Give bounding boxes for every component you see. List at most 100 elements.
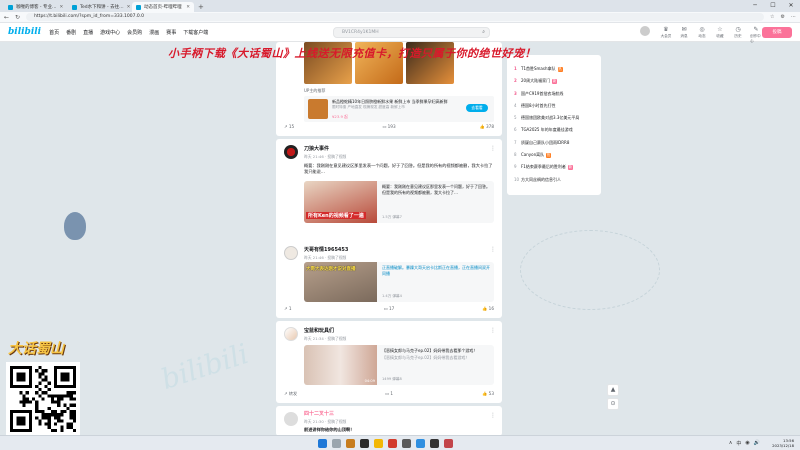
user-name[interactable]: 天哥有情1965453 xyxy=(304,246,348,253)
creator-icon: ✎ xyxy=(753,26,759,33)
close-icon[interactable]: ✕ xyxy=(59,5,63,10)
repost-card[interactable]: 大哥大表达刚才说对直播 正直播破解。暴躁大哥天启卡比斯正在直播，正在直播间双开同… xyxy=(304,262,494,302)
browser-tab[interactable]: 咖喱的博客 - 专业… ✕ xyxy=(4,2,66,12)
app-icon[interactable] xyxy=(430,439,439,448)
app-icon[interactable] xyxy=(444,439,453,448)
input-method-icon[interactable]: 中 xyxy=(736,440,741,447)
share-button[interactable]: ↗ 1 xyxy=(284,306,344,312)
goods-button[interactable]: 去看看 xyxy=(466,104,488,112)
avatar[interactable] xyxy=(284,327,298,341)
user-name[interactable]: 刀狼大事件 xyxy=(304,145,346,152)
avatar[interactable] xyxy=(284,145,298,159)
more-icon[interactable]: ⋮ xyxy=(490,246,496,253)
browser-tab-active[interactable]: 动态首页-哔哩哔哩 ✕ xyxy=(132,2,194,12)
browser-icon[interactable] xyxy=(416,439,425,448)
hot-list-item[interactable]: 5 德国旅团欧美对战3.3亿美元平局 xyxy=(514,112,594,124)
windows-start-icon[interactable] xyxy=(318,439,327,448)
nav-item-download[interactable]: 下载客户端 xyxy=(183,29,208,36)
repost-text: 概要：我刚刚在意见建议区那里发表一个问题，好于了回答。但是我的所有的视频都被删，… xyxy=(382,184,490,195)
extensions-icon[interactable]: ⚙ xyxy=(781,14,785,20)
hot-list-item[interactable]: 2 20周大陆福家门新 xyxy=(514,75,594,87)
search-icon[interactable]: ⌕ xyxy=(482,28,485,37)
favorite-button[interactable]: ☆ 收藏 xyxy=(714,26,726,39)
avatar[interactable] xyxy=(284,246,298,260)
hot-list-item[interactable]: 3 国产C919首批农场航线 xyxy=(514,88,594,100)
qr-module xyxy=(38,366,42,370)
minimize-button[interactable]: ─ xyxy=(746,0,764,12)
like-count: 16 xyxy=(488,306,494,311)
hot-list-item[interactable]: 10 方大同丝绸的信息引人 xyxy=(514,174,594,186)
share-button[interactable]: ↗ 15 xyxy=(284,124,344,130)
video-thumbnail[interactable]: 所有Ken的视频看了一遍 xyxy=(304,181,377,223)
user-name[interactable]: 宝蓝和玩具们 xyxy=(304,327,346,334)
feed-card: 天哥有情1965453 昨天 21:46 · 投稿了视频 ⋮ 大哥大表达刚才说对… xyxy=(276,240,502,318)
post-text: 概要：我刚刚在意见建议区那里发表一个问题，好于了回答。但是我的所有的视频都被删，… xyxy=(304,163,493,174)
favorite-star-icon[interactable]: ☆ xyxy=(770,14,774,20)
nav-item-home[interactable]: 首页 xyxy=(49,29,59,36)
message-button[interactable]: ✉ 消息 xyxy=(678,26,690,39)
refresh-button[interactable]: ⊙ xyxy=(607,398,619,410)
comment-button[interactable]: ▭ 17 xyxy=(359,306,419,312)
file-explorer-icon[interactable] xyxy=(374,439,383,448)
history-button[interactable]: ◷ 历史 xyxy=(732,26,744,39)
creator-button[interactable]: ✎ 创作中心 xyxy=(750,26,762,44)
close-icon[interactable]: ✕ xyxy=(127,5,130,10)
hot-list-item[interactable]: 7 质疑自己赛队小团雨IDRR8 xyxy=(514,137,594,149)
nav-item-mall[interactable]: 会员购 xyxy=(127,29,142,36)
upload-button[interactable]: 投稿 xyxy=(762,27,792,38)
search-input[interactable]: BV1CR4y1K1MH ⌕ xyxy=(333,27,490,38)
like-button[interactable]: 👍 378 xyxy=(434,124,494,130)
hot-list-item[interactable]: 4 德国8小时首先打性 xyxy=(514,100,594,112)
network-icon[interactable]: ◉ xyxy=(745,440,749,447)
like-button[interactable]: 👍 53 xyxy=(434,391,494,397)
nav-item-anime[interactable]: 番剧 xyxy=(66,29,76,36)
nav-item-game[interactable]: 游戏中心 xyxy=(100,29,120,36)
qr-module xyxy=(41,378,45,382)
tray-expand-icon[interactable]: ∧ xyxy=(729,440,733,447)
comment-button[interactable]: ▭ 193 xyxy=(359,124,419,130)
user-name[interactable]: 四十二叉十三 xyxy=(304,410,354,417)
maximize-button[interactable]: ☐ xyxy=(764,0,782,12)
share-button[interactable]: ↗ 转发 xyxy=(284,391,344,397)
like-button[interactable]: 👍 16 xyxy=(434,306,494,312)
hot-list-item[interactable]: 6 TGA2025 年的年度最佳游戏 xyxy=(514,124,594,136)
repost-text: 正直播破解。暴躁大哥天启卡比斯正在直播，正在直播间双开同播 xyxy=(382,265,490,276)
search-icon[interactable] xyxy=(332,439,341,448)
video-thumbnail[interactable]: 04:09 xyxy=(304,345,377,385)
nav-item-manga[interactable]: 漫画 xyxy=(149,29,159,36)
repost-card[interactable]: 所有Ken的视频看了一遍 概要：我刚刚在意见建议区那里发表一个问题，好于了回答。… xyxy=(304,181,494,223)
new-tab-button[interactable]: + xyxy=(198,2,204,12)
clock[interactable]: 13:56 2023/12/18 xyxy=(772,438,794,448)
dynamic-button[interactable]: ◎ 动态 xyxy=(696,26,708,39)
app-icon[interactable] xyxy=(402,439,411,448)
reload-icon[interactable]: ↻ xyxy=(15,14,20,21)
comment-button[interactable]: ▭ 1 xyxy=(359,391,419,397)
back-to-top-button[interactable]: ▲ xyxy=(607,384,619,396)
app-icon[interactable] xyxy=(388,439,397,448)
volume-icon[interactable]: 🔊 xyxy=(754,440,760,447)
hot-list-item[interactable]: 8 Canyon离队热 xyxy=(514,149,594,161)
goods-subtitle: 限时特惠 产地直发 现摘现发 甜度高 新鲜上市 xyxy=(332,105,405,109)
more-icon[interactable]: ⋮ xyxy=(490,327,496,334)
goods-card[interactable]: 新品橙蛇精10年日照脐橙新鲜水果 新鲜上市 当季鲜果孕妇高新鲜 限时特惠 产地直… xyxy=(304,96,494,122)
close-icon[interactable]: ✕ xyxy=(186,5,190,10)
browser-tab[interactable]: Ted水下和饼 - 去往… ✕ xyxy=(68,2,130,12)
app-icon[interactable] xyxy=(346,439,355,448)
avatar[interactable] xyxy=(640,26,650,36)
hot-list-item[interactable]: 1 T1首胜Smash拿队热 xyxy=(514,63,594,75)
member-button[interactable]: ♛ 大会员 xyxy=(660,26,672,39)
video-thumbnail[interactable]: 大哥大表达刚才说对直播 xyxy=(304,262,377,302)
hot-list-item[interactable]: 9 F1结束赛季最后的胜利者新 xyxy=(514,161,594,173)
more-icon[interactable]: ⋮ xyxy=(490,412,496,419)
back-icon[interactable]: ← xyxy=(4,14,9,21)
nav-item-live[interactable]: 直播 xyxy=(83,29,93,36)
app-icon[interactable] xyxy=(360,439,369,448)
bilibili-logo[interactable]: bilibili xyxy=(8,27,41,37)
url-field[interactable]: https://t.bilibili.com/?spm_id_from=333.… xyxy=(26,13,765,21)
menu-icon[interactable]: ⋯ xyxy=(791,14,796,20)
avatar[interactable] xyxy=(284,412,298,426)
more-icon[interactable]: ⋮ xyxy=(490,145,496,152)
close-window-button[interactable]: ✕ xyxy=(782,0,800,12)
nav-item-match[interactable]: 赛事 xyxy=(166,29,176,36)
repost-card[interactable]: 04:09 【恶搞女郎与马克子ep.02】妈妈带我去看那个游戏！ 【恶搞女郎与马… xyxy=(304,345,494,385)
